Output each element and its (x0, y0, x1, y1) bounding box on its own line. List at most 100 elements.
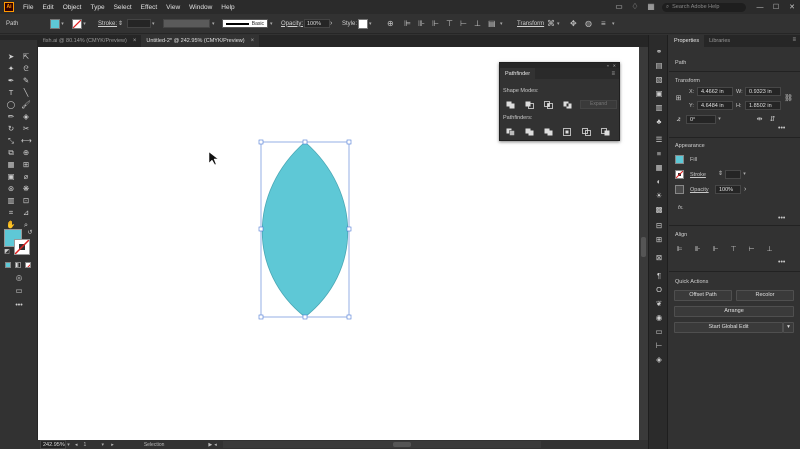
type-tool-icon[interactable]: T (6, 88, 16, 98)
none-mode-icon[interactable] (25, 262, 31, 268)
stroke-panel-icon[interactable]: ≡ (654, 149, 664, 159)
transform-label[interactable]: Transform (517, 18, 544, 29)
isolate-icon[interactable]: ⌘ (547, 18, 557, 29)
x-position-field[interactable]: 4.4662 in (697, 87, 733, 96)
libraries-panel-icon[interactable]: ▤ (654, 61, 664, 71)
align-bottom-icon[interactable]: ⊥ (765, 245, 774, 254)
menu-window[interactable]: Window (189, 4, 212, 11)
tab-fish[interactable]: fish.ai @ 80.14% (CMYK/Preview) × (38, 35, 141, 47)
next-artboard-icon[interactable]: ▸ (111, 442, 114, 448)
stroke-label[interactable]: Stroke: (98, 18, 117, 29)
eyedropper-tool-icon[interactable]: ⌀ (21, 172, 31, 182)
paragraph-panel-icon[interactable]: ¶ (654, 271, 664, 281)
align-to-dropdown-icon[interactable]: ▾ (500, 18, 505, 29)
appearance-panel-icon[interactable]: ☀ (654, 191, 664, 201)
align-bottom-icon[interactable]: ⊥ (474, 18, 484, 29)
stroke-swatch[interactable] (72, 18, 82, 29)
edit-toolbar-icon[interactable]: ••• (14, 301, 24, 311)
align-panel-icon[interactable]: ⊢ (654, 341, 664, 351)
opentype-panel-icon[interactable]: O (654, 285, 664, 295)
align-right-icon[interactable]: ⊩ (432, 18, 442, 29)
navigator-panel-icon[interactable]: ▭ (654, 327, 664, 337)
panel-menu-icon[interactable]: ≡ (601, 18, 611, 29)
constrain-proportions-icon[interactable]: ⛓ (784, 94, 793, 103)
close-button[interactable]: ✕ (784, 3, 800, 11)
rotate-tool-icon[interactable]: ↻ (6, 124, 16, 134)
close-panel-icon[interactable]: ✕ (613, 63, 616, 68)
brush-dropdown-icon[interactable]: ▾ (270, 18, 275, 29)
lightbulb-icon[interactable]: ♢ (630, 2, 640, 12)
lasso-tool-icon[interactable]: ᘓ (21, 64, 31, 74)
layers-panel-icon[interactable]: ◈ (654, 355, 664, 365)
align-to-icon[interactable]: ▤ (488, 18, 498, 29)
scale-tool-icon[interactable]: ⤡ (6, 136, 16, 146)
character-panel-icon[interactable]: ⊠ (654, 253, 664, 263)
direct-selection-tool-icon[interactable]: ⇱ (21, 52, 31, 62)
zoom-dropdown-icon[interactable]: ▾ (66, 442, 71, 448)
status-play-icon[interactable]: ▶ (208, 442, 212, 448)
menu-effect[interactable]: Effect (141, 4, 158, 11)
collapse-panel-icon[interactable]: « (607, 63, 609, 68)
stroke-weight-field[interactable] (127, 19, 151, 28)
appearance-fill-swatch[interactable] (675, 155, 684, 164)
vertical-scrollbar[interactable] (639, 47, 648, 440)
control-bar-menu-dropdown-icon[interactable]: ▾ (612, 18, 617, 29)
panel-menu-icon[interactable]: ≡ (611, 71, 615, 77)
search-input[interactable]: ⌕ Search Adobe Help (662, 2, 746, 12)
prev-artboard-icon[interactable]: ◂ (75, 442, 78, 448)
eraser-tool-icon[interactable]: ◈ (21, 112, 31, 122)
brush-definition-preview[interactable]: Basic (222, 19, 268, 28)
export-panel-icon[interactable]: ⊞ (654, 235, 664, 245)
perspective-grid-tool-icon[interactable]: ▦ (6, 160, 16, 170)
tab-properties[interactable]: Properties (669, 35, 705, 47)
rotation-dropdown-icon[interactable]: ▾ (717, 116, 722, 122)
variable-width-dropdown-icon[interactable]: ▾ (212, 18, 217, 29)
align-top-icon[interactable]: ⊤ (729, 245, 738, 254)
puppet-warp-icon[interactable]: ✥ (570, 18, 580, 29)
divide-button[interactable] (506, 128, 515, 136)
horizontal-scrollbar[interactable] (222, 441, 541, 448)
height-field[interactable]: 1.8502 in (745, 101, 781, 110)
reference-point-icon[interactable]: ⊞ (674, 94, 683, 103)
rotation-field[interactable]: 0° (686, 115, 716, 124)
menu-type[interactable]: Type (90, 4, 104, 11)
trim-button[interactable] (525, 128, 534, 136)
more-align-options-icon[interactable]: ••• (778, 259, 785, 266)
fx-button[interactable]: fx. (678, 205, 684, 211)
expand-button[interactable]: Expand (580, 100, 617, 109)
align-right-icon[interactable]: ⊩ (711, 245, 720, 254)
gradient-panel-icon[interactable]: ▦ (654, 163, 664, 173)
color-mode-icon[interactable] (5, 262, 11, 268)
flip-vertical-icon[interactable]: ⇵ (768, 115, 777, 124)
tab-untitled-2[interactable]: Untitled-2* @ 242.95% (CMYK/Preview) × (141, 35, 260, 47)
gradient-tool-icon[interactable]: ▣ (6, 172, 16, 182)
artboards-panel-icon[interactable]: ⊟ (654, 221, 664, 231)
minus-back-button[interactable] (601, 128, 610, 136)
tab-close-icon[interactable]: × (133, 38, 137, 44)
opacity-swatch[interactable] (675, 185, 684, 194)
variable-width-field[interactable] (163, 19, 210, 28)
more-appearance-options-icon[interactable]: ••• (778, 215, 785, 222)
stroke-weight-dropdown-icon[interactable]: ▾ (742, 171, 747, 177)
transparency-panel-icon[interactable]: ◐ (654, 177, 664, 187)
leaf-shape[interactable] (261, 141, 349, 318)
panel-menu-icon[interactable]: ≡ (792, 37, 796, 43)
align-middle-icon[interactable]: ⊢ (460, 18, 470, 29)
column-graph-tool-icon[interactable]: ▥ (6, 196, 16, 206)
mesh-tool-icon[interactable]: ⊞ (21, 160, 31, 170)
toolbar-grip[interactable] (0, 35, 38, 40)
style-dropdown-icon[interactable]: ▾ (369, 18, 374, 29)
stroke-color-box[interactable] (14, 239, 30, 255)
align-vertical-center-icon[interactable]: ⊢ (747, 245, 756, 254)
status-expand-icon[interactable]: ◂ (214, 442, 217, 448)
page-number[interactable]: 1 (84, 442, 87, 448)
more-transform-options-icon[interactable]: ••• (778, 125, 785, 132)
maximize-button[interactable]: ☐ (768, 3, 784, 11)
flip-horizontal-icon[interactable]: ⇹ (755, 115, 764, 124)
y-position-field[interactable]: 4.6484 in (697, 101, 733, 110)
curvature-tool-icon[interactable]: ✎ (21, 76, 31, 86)
image-trace-icon[interactable]: ▣ (654, 89, 664, 99)
minus-front-button[interactable] (525, 101, 534, 109)
swap-fill-stroke-icon[interactable]: ↺ (25, 228, 35, 238)
minimize-button[interactable]: — (752, 4, 768, 11)
